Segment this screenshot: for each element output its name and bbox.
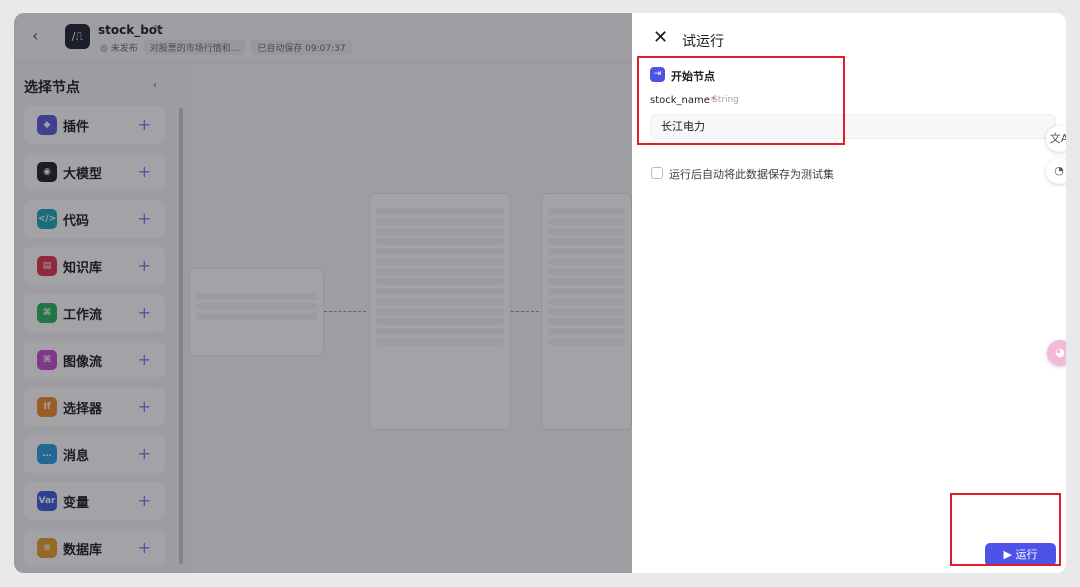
- start-node-title: 开始节点: [671, 70, 715, 83]
- panel-title: 试运行: [682, 34, 724, 50]
- save-testset-checkbox[interactable]: [651, 167, 663, 179]
- close-icon[interactable]: ✕: [653, 29, 668, 47]
- play-icon: ▶: [1003, 548, 1012, 561]
- field-name: stock_name: [650, 95, 710, 106]
- app-window: ‹ /⎍ stock_bot ✎ ◎ 未发布 对股票的市场行情和... 已自动保…: [14, 13, 1066, 573]
- save-testset-label: 运行后自动将此数据保存为测试集: [669, 168, 834, 181]
- modal-overlay[interactable]: [14, 13, 632, 573]
- field-label: stock_name*: [650, 95, 716, 106]
- run-button[interactable]: ▶ 运行: [985, 543, 1056, 566]
- trial-run-panel: ✕ 试运行 ⇥ 开始节点 stock_name* String 长江电力 运行后…: [632, 13, 1066, 573]
- assistant-icon[interactable]: ◔: [1046, 158, 1066, 184]
- field-type: String: [712, 95, 739, 105]
- translate-icon[interactable]: 文A: [1046, 126, 1066, 152]
- start-node-icon: ⇥: [650, 67, 665, 82]
- stock-name-input[interactable]: 长江电力: [650, 114, 1056, 139]
- run-button-label: 运行: [1015, 548, 1038, 561]
- chat-bubble-icon[interactable]: ◕: [1047, 340, 1066, 366]
